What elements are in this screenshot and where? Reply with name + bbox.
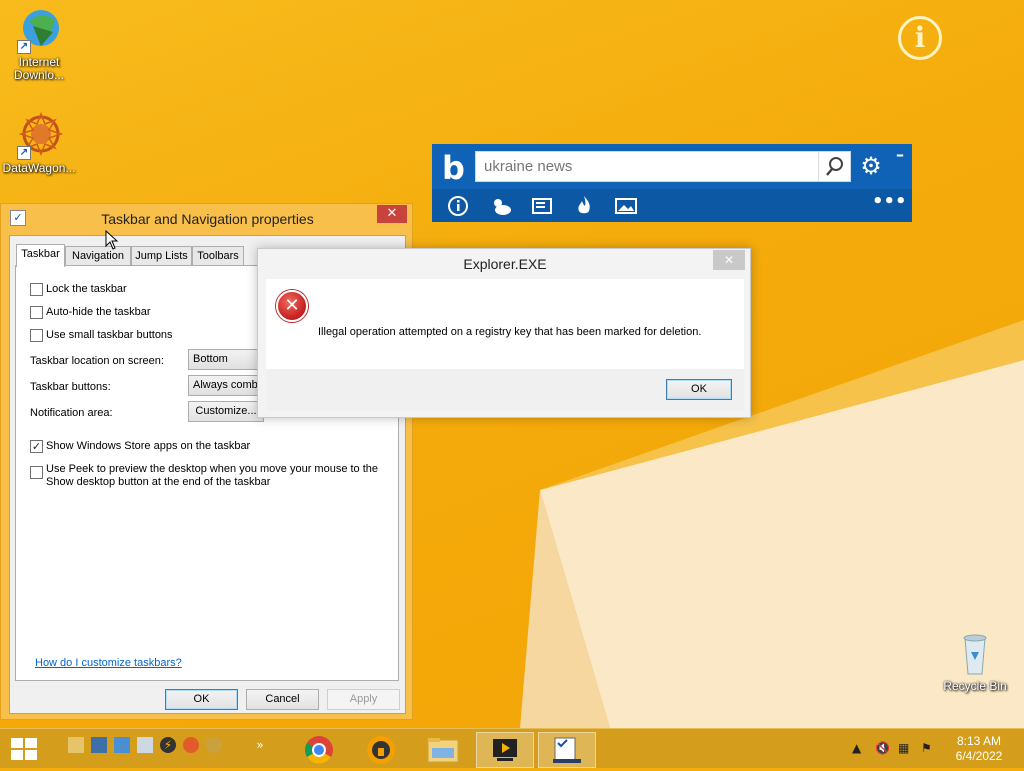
- info-icon[interactable]: [445, 193, 471, 219]
- quick-launch-computer-icon[interactable]: [91, 737, 107, 753]
- windows-logo-pane: [11, 750, 23, 760]
- notification-area-label: Notification area:: [30, 407, 113, 419]
- ok-button[interactable]: OK: [165, 689, 238, 710]
- error-message: Illegal operation attempted on a registr…: [318, 326, 702, 338]
- tab-taskbar[interactable]: Taskbar: [16, 244, 65, 267]
- vpn-shield-icon: [367, 736, 395, 764]
- title-bar[interactable]: ✓ Taskbar and Navigation properties ✕: [1, 204, 412, 234]
- shortcut-arrow-icon: ↗: [17, 146, 31, 160]
- internet-download-manager-icon: ↗: [15, 6, 63, 54]
- media-player-icon: [493, 739, 517, 761]
- help-link[interactable]: How do I customize taskbars?: [35, 657, 182, 669]
- tab-navigation[interactable]: Navigation: [65, 246, 131, 266]
- close-button[interactable]: ✕: [377, 205, 407, 223]
- dialog-footer: OK: [266, 369, 744, 411]
- toolbar-expand-icon[interactable]: »: [252, 737, 268, 753]
- tab-jump-lists[interactable]: Jump Lists: [131, 246, 192, 266]
- trending-icon[interactable]: [571, 193, 597, 219]
- checkbox-box: [30, 283, 43, 296]
- checkbox-box: ✓: [30, 440, 43, 453]
- info-icon[interactable]: i: [898, 16, 942, 60]
- taskbar-app-vpn[interactable]: [352, 732, 410, 768]
- quick-launch-network-icon[interactable]: [114, 737, 130, 753]
- quick-launch-explorer-icon[interactable]: [68, 737, 84, 753]
- dialog-body: ✕ Illegal operation attempted on a regis…: [266, 279, 744, 369]
- checkbox-label: Show Windows Store apps on the taskbar: [46, 440, 251, 452]
- desktop-icon-label: Internet Downlo...: [13, 55, 65, 82]
- mouse-cursor: [105, 230, 119, 250]
- bing-search-box: [475, 151, 851, 182]
- network-icon[interactable]: ▦: [898, 741, 909, 755]
- show-hidden-icons-button[interactable]: ▲: [852, 741, 861, 755]
- desktop-icon-datawagon[interactable]: ↗ DataWagon...: [1, 111, 77, 175]
- taskbar: ⚡ » ▲ 🔇 ▦ ⚑ 8:13 AM 6/4/2022: [0, 728, 1024, 768]
- close-button[interactable]: ✕: [713, 250, 745, 270]
- images-icon[interactable]: [613, 193, 639, 219]
- quick-launch-recycle-icon[interactable]: [137, 737, 153, 753]
- search-icon: [826, 157, 843, 176]
- checkbox-label: Use Peek to preview the desktop when you…: [46, 463, 379, 488]
- taskbar-app-media[interactable]: [476, 732, 534, 768]
- more-options-button[interactable]: •••: [872, 193, 907, 219]
- checkbox-box: [30, 306, 43, 319]
- properties-icon: [553, 737, 581, 763]
- clock-date: 6/4/2022: [955, 749, 1003, 763]
- taskbar-app-chrome[interactable]: [290, 732, 348, 768]
- desktop-icon-label: DataWagon...: [2, 161, 76, 175]
- taskbar-app-file-explorer[interactable]: [414, 732, 472, 768]
- bing-search-bar: b ⚙ – •••: [432, 144, 912, 222]
- action-center-icon[interactable]: ⚑: [921, 741, 932, 755]
- desktop-icon-label: Recycle Bin: [943, 679, 1007, 693]
- quick-launch-extra-icon[interactable]: [206, 737, 222, 753]
- datawagon-icon: ↗: [15, 111, 64, 160]
- dialog-title: Explorer.EXE: [463, 256, 547, 272]
- quick-launch-power-icon[interactable]: ⚡: [160, 737, 176, 753]
- bing-search-input[interactable]: [476, 152, 816, 181]
- clock-time: 8:13 AM: [956, 734, 1002, 748]
- taskbar-app-taskbar-properties[interactable]: [538, 732, 596, 768]
- bing-logo-icon[interactable]: b: [442, 150, 474, 186]
- recycle-bin-icon: [951, 630, 999, 678]
- cancel-button[interactable]: Cancel: [246, 689, 319, 710]
- error-icon: ✕: [276, 290, 308, 322]
- shortcut-arrow-icon: ↗: [17, 40, 31, 54]
- apply-button: Apply: [327, 689, 400, 710]
- desktop-icon-recycle-bin[interactable]: Recycle Bin: [937, 630, 1013, 693]
- volume-muted-icon[interactable]: 🔇: [875, 741, 890, 755]
- minimize-button[interactable]: –: [892, 147, 908, 164]
- location-label: Taskbar location on screen:: [30, 355, 164, 367]
- start-button[interactable]: [11, 738, 37, 760]
- bing-toolbar: •••: [432, 189, 912, 222]
- window-title: Taskbar and Navigation properties: [101, 211, 314, 227]
- weather-icon[interactable]: [488, 193, 514, 219]
- windows-logo-pane: [25, 738, 37, 748]
- desktop-icon-internet-download[interactable]: ↗ Internet Downlo...: [1, 6, 77, 82]
- ok-button[interactable]: OK: [666, 379, 732, 400]
- tab-toolbars[interactable]: Toolbars: [192, 246, 244, 266]
- folder-icon: [427, 738, 459, 763]
- checkbox-box: [30, 329, 43, 342]
- checkbox-box: [30, 466, 43, 479]
- search-button[interactable]: [818, 152, 850, 181]
- gear-icon[interactable]: ⚙: [857, 152, 885, 180]
- windows-logo-pane: [25, 750, 37, 760]
- customize-button[interactable]: Customize...: [188, 401, 264, 422]
- quick-launch-media-icon[interactable]: [183, 737, 199, 753]
- taskbar-buttons-label: Taskbar buttons:: [30, 381, 111, 393]
- news-icon[interactable]: [529, 193, 555, 219]
- chrome-icon: [305, 736, 333, 764]
- system-clock[interactable]: 8:13 AM 6/4/2022: [944, 734, 1014, 764]
- error-dialog: Explorer.EXE ✕ ✕ Illegal operation attem…: [257, 248, 751, 418]
- windows-logo-pane: [11, 738, 23, 748]
